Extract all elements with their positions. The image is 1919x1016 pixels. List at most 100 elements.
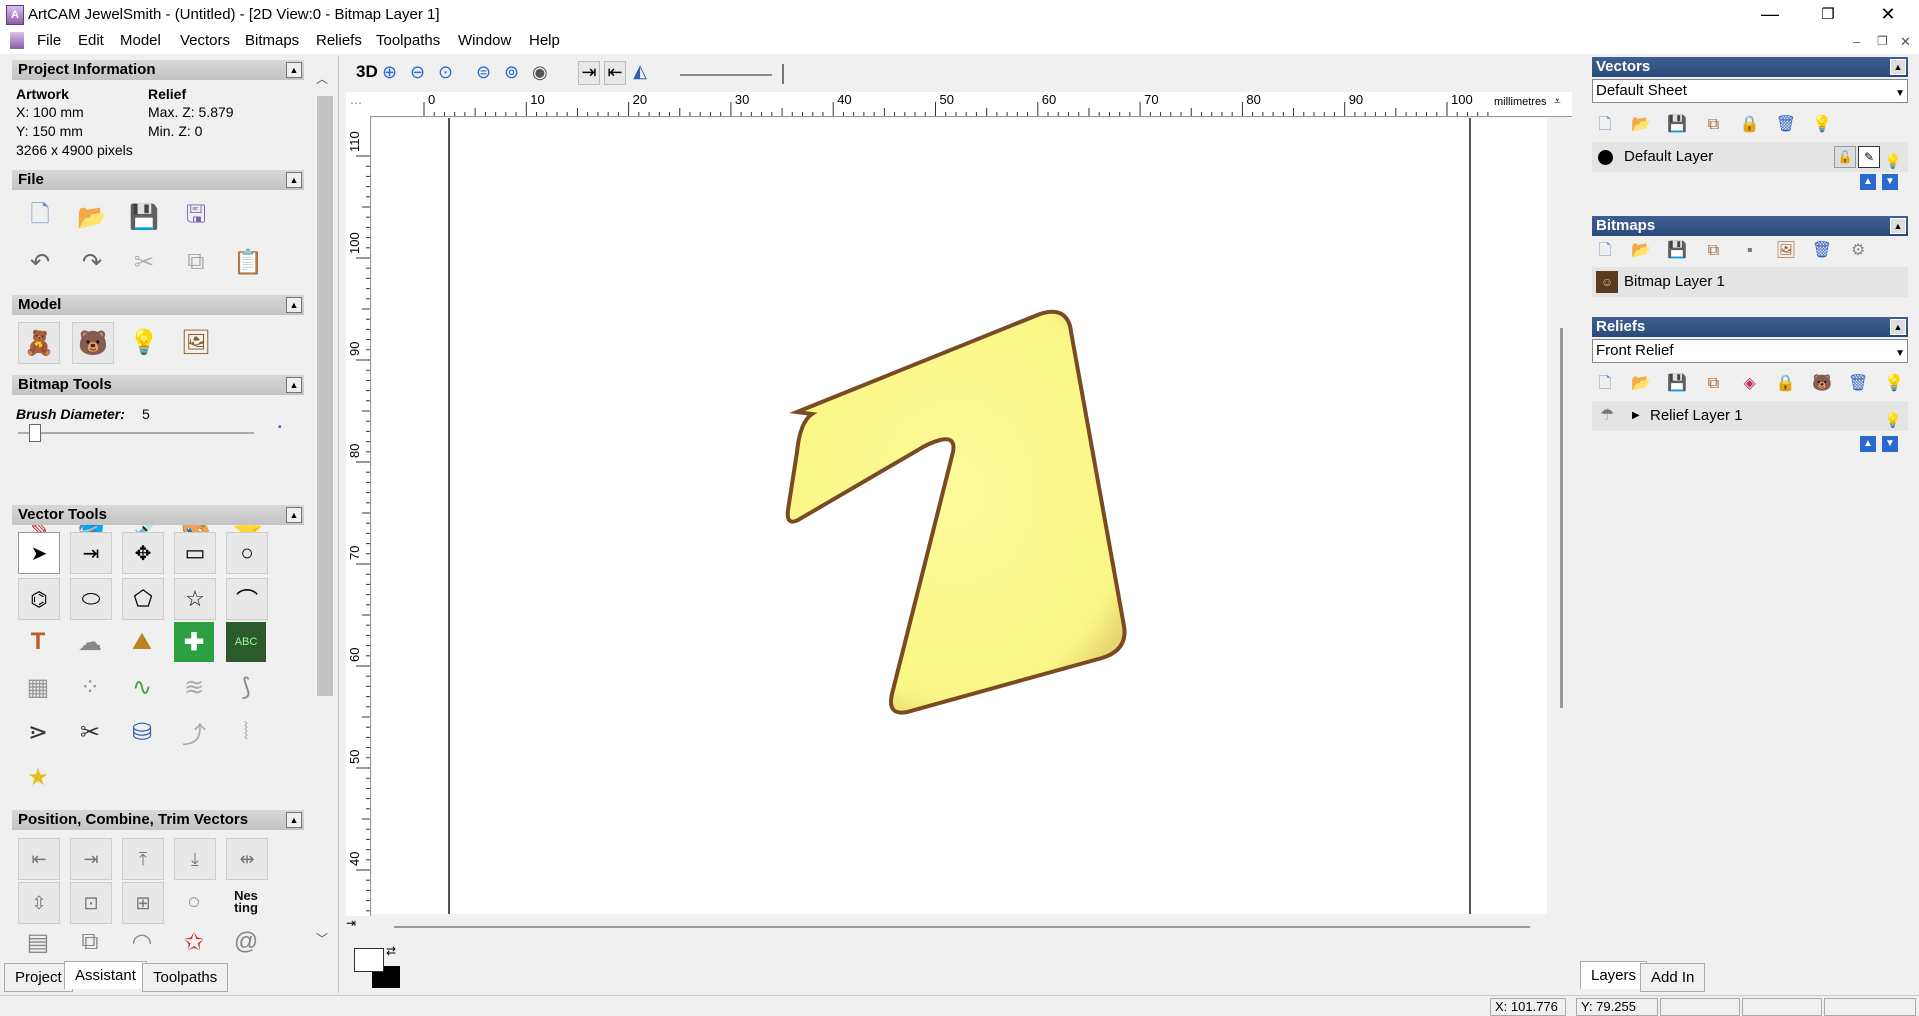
scroll-up-icon[interactable]: ︿ [316,70,328,87]
duplicate-relief-icon[interactable]: ⧉ [1703,373,1725,395]
import-icon[interactable]: ⇥ [578,61,600,85]
copy-icon[interactable]: ⧉ [176,242,216,282]
save-layer-icon[interactable]: 💾 [1666,113,1688,135]
align-top-icon[interactable]: ⤒ [122,838,164,880]
delete-layer-icon[interactable]: 🗑 [1775,113,1797,135]
align-center-h-icon[interactable]: ⇹ [226,838,268,880]
select-icon[interactable]: ➤ [18,532,60,574]
block-copy-icon[interactable]: ▤ [18,927,58,957]
align-right-icon[interactable]: ⇥ [70,838,112,880]
bitmap-settings-icon[interactable]: ⚙ [1847,239,1869,261]
delete-bitmap-icon[interactable]: 🗑 [1811,239,1833,261]
text-on-curve-icon[interactable]: ☁ [70,622,110,662]
tab-add-in[interactable]: Add In [1640,963,1706,992]
save-relief-icon[interactable]: 💾 [1666,372,1688,394]
weld-icon[interactable]: ⧉ [70,927,110,957]
view-shade-icon[interactable]: ◭ [630,61,650,83]
layer-visible-icon[interactable]: 💡 [1884,146,1901,176]
units-dropdown-icon[interactable]: ⩡ [1554,94,1561,109]
project-info-header[interactable]: Project Information ▲ [12,60,304,80]
line-icon[interactable]: ⋗ [18,712,58,752]
menu-file[interactable]: File [37,32,61,49]
new-layer-icon[interactable]: 🗋 [1594,116,1616,138]
mirror-icon[interactable]: ⦚ [226,712,266,752]
polyline-icon[interactable]: ⌬ [18,578,60,620]
delete-relief-icon[interactable]: 🗑 [1847,372,1869,394]
model-grayscale-icon[interactable]: 🐻 [72,322,114,364]
model-size-icon[interactable]: 🧸 [18,322,60,364]
menu-reliefs[interactable]: Reliefs [316,32,362,49]
bitmaps-header[interactable]: Bitmaps ▲ [1592,216,1908,236]
model-image-icon[interactable]: 🖼 [176,322,216,362]
collapse-icon[interactable]: ▲ [286,62,302,78]
collapse-icon[interactable]: ▲ [1890,59,1906,75]
swap-colors-icon[interactable]: ⇄ [386,944,396,958]
new-relief-icon[interactable]: 🗋 [1594,375,1616,397]
vectors-header[interactable]: Vectors ▲ [1592,57,1908,77]
align-left-icon[interactable]: ⇤ [18,838,60,880]
collapse-icon[interactable]: ▲ [286,172,302,188]
zoom-fit-icon[interactable]: ⊙ [438,62,453,83]
canvas-hscroll[interactable] [394,926,1530,928]
mdi-restore-icon[interactable]: ❐ [1877,34,1888,48]
tab-assistant[interactable]: Assistant [64,961,147,989]
move-relief-down-icon[interactable]: ▼ [1882,436,1898,452]
scissors-icon[interactable]: ✂ [70,712,110,752]
layer-lock-icon[interactable]: 🔓 [1834,146,1856,168]
collapse-icon[interactable]: ▲ [286,507,302,523]
bitmap-merge-icon[interactable]: 🖼 [1775,239,1797,261]
file-section-header[interactable]: File ▲ [12,170,304,190]
left-panel-scrollbar[interactable]: ︿ ﹀ [316,70,334,950]
point-array-icon[interactable]: ⁘ [70,667,110,707]
restore-button[interactable]: ❐ [1800,0,1856,29]
align-center-v-icon[interactable]: ⇳ [18,882,60,924]
duplicate-bitmap-icon[interactable]: ⧉ [1703,240,1725,262]
default-layer-row[interactable]: Default Layer 🔓 ✎ 💡 [1592,142,1908,172]
zoom-page-icon[interactable]: ⊚ [504,62,519,83]
offset-icon[interactable]: ◠ [122,927,162,957]
vector-tools-header[interactable]: Vector Tools ▲ [12,505,304,525]
relief-layer-row[interactable]: ☂ ▶ Relief Layer 1 💡 [1592,401,1908,431]
collapse-icon[interactable]: ▲ [286,297,302,313]
wave-icon[interactable]: ≋ [174,667,214,707]
duplicate-layer-icon[interactable]: ⧉ [1703,114,1725,136]
nesting-icon[interactable]: Nes ting [226,882,266,922]
scroll-thumb[interactable] [317,96,333,696]
collapse-icon[interactable]: ▲ [1890,319,1906,335]
tab-layers[interactable]: Layers [1580,961,1648,989]
new-bitmap-icon[interactable]: 🗋 [1594,242,1616,264]
save-file-icon[interactable]: 💾 [124,197,164,237]
text-wrap-icon[interactable]: ⛰ [122,622,162,662]
star-icon[interactable]: ☆ [174,578,216,620]
position-section-header[interactable]: Position, Combine, Trim Vectors ▲ [12,810,304,830]
layer-color-icon[interactable] [1598,150,1613,165]
menu-bitmaps[interactable]: Bitmaps [245,32,299,49]
distribute-icon[interactable]: ⊞ [122,882,164,924]
circle-icon[interactable]: ○ [226,532,268,574]
model-section-header[interactable]: Model ▲ [12,295,304,315]
relief-shape[interactable] [372,118,1547,914]
menu-window[interactable]: Window [458,32,511,49]
relief-grayscale-icon[interactable]: 🐻 [1811,372,1833,394]
mdi-minimize-icon[interactable]: – [1853,34,1860,49]
grid-icon[interactable]: ▦ [18,667,58,707]
undo-icon[interactable]: ↶ [20,242,60,282]
spline-icon[interactable]: ∿ [122,667,162,707]
tab-project[interactable]: Project [4,963,73,992]
brush-slider-thumb[interactable] [29,424,42,442]
reliefs-header[interactable]: Reliefs ▲ [1592,317,1908,337]
ruler-toggle-icon[interactable]: ⇥ [346,916,366,936]
text-block-icon[interactable]: ABC [226,622,266,662]
relief-select[interactable]: Front Relief ▼ [1592,339,1908,363]
rectangle-icon[interactable]: ▭ [174,532,216,574]
cut-icon[interactable]: ✂ [124,242,164,282]
open-layer-icon[interactable]: 📂 [1630,113,1652,135]
cylinder-icon[interactable]: ⛁ [122,712,162,752]
jewel-shape[interactable] [785,309,1127,715]
collapse-icon[interactable]: ▲ [286,377,302,393]
bitmap-layer-row[interactable]: ☺ Bitmap Layer 1 [1592,267,1908,297]
open-relief-icon[interactable]: 📂 [1630,372,1652,394]
spiral-icon[interactable]: @ [226,927,266,957]
relief-visibility-icon[interactable]: 💡 [1883,372,1905,394]
zoom-out-icon[interactable]: ⊖ [410,62,425,83]
